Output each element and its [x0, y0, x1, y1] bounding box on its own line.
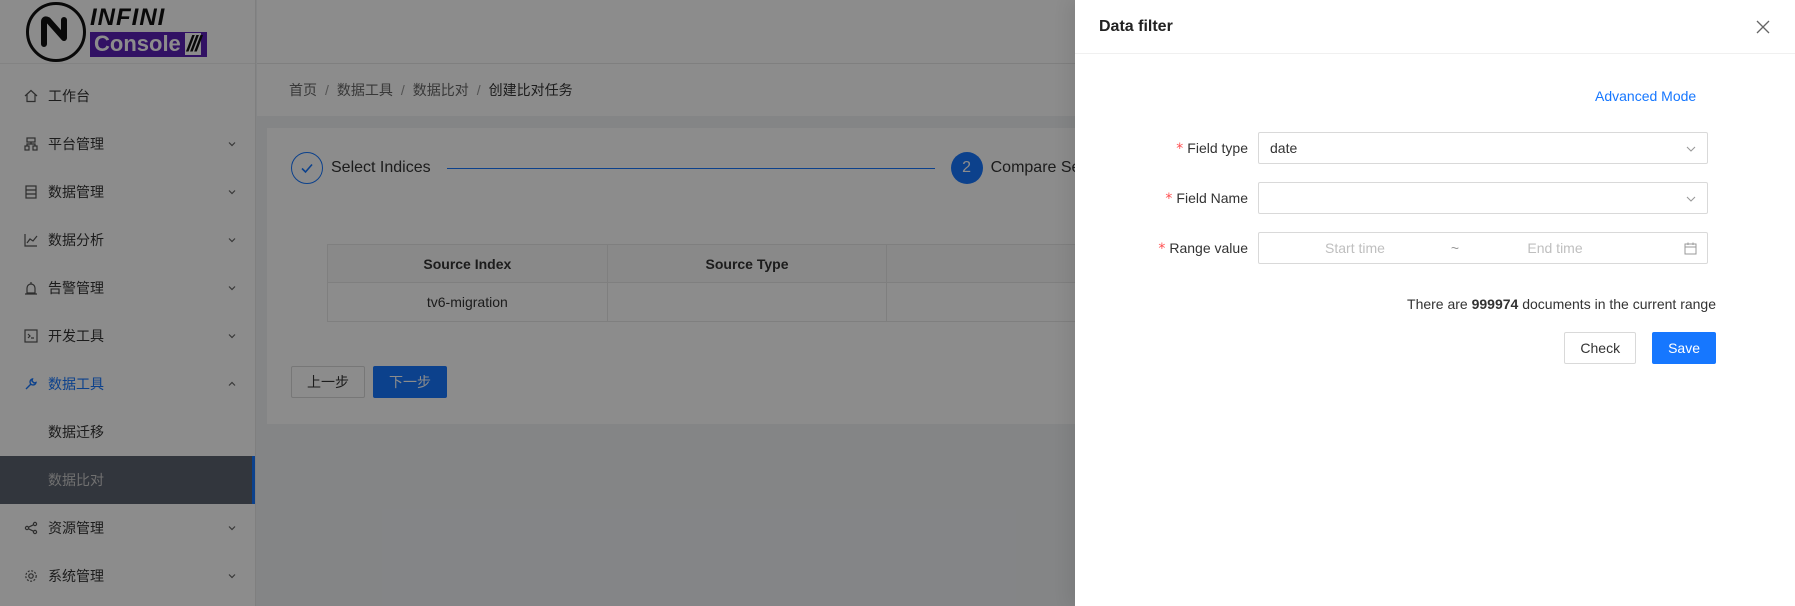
- field-name-label: * Field Name: [1165, 189, 1248, 207]
- data-filter-drawer: Data filter Advanced Mode * Field type da…: [1075, 0, 1795, 606]
- close-icon[interactable]: [1755, 19, 1771, 35]
- field-type-select[interactable]: date: [1258, 132, 1708, 164]
- field-name-select[interactable]: [1258, 182, 1708, 214]
- drawer-actions: Check Save: [1564, 332, 1716, 364]
- calendar-icon: [1684, 242, 1697, 255]
- advanced-mode-link[interactable]: Advanced Mode: [1595, 88, 1696, 104]
- drawer-title: Data filter: [1099, 17, 1173, 35]
- start-time-input[interactable]: Start time: [1270, 240, 1440, 256]
- range-row: * Range value Start time ~ End time: [1075, 232, 1795, 264]
- end-time-input[interactable]: End time: [1470, 240, 1640, 256]
- chevron-down-icon: [1686, 146, 1696, 152]
- drawer-header: Data filter: [1075, 0, 1795, 54]
- check-button[interactable]: Check: [1564, 332, 1637, 364]
- drawer-mask[interactable]: [0, 0, 1075, 606]
- date-range-picker[interactable]: Start time ~ End time: [1258, 232, 1708, 264]
- field-name-row: * Field Name: [1075, 182, 1795, 214]
- document-count-info: There are 999974 documents in the curren…: [1407, 296, 1716, 312]
- save-button[interactable]: Save: [1652, 332, 1716, 364]
- field-type-row: * Field type date: [1075, 132, 1795, 164]
- chevron-down-icon: [1686, 196, 1696, 202]
- field-type-value: date: [1270, 140, 1298, 156]
- range-label: * Range value: [1158, 239, 1248, 257]
- document-count: 999974: [1471, 296, 1519, 312]
- field-type-label: * Field type: [1176, 139, 1248, 157]
- range-separator: ~: [1450, 240, 1460, 256]
